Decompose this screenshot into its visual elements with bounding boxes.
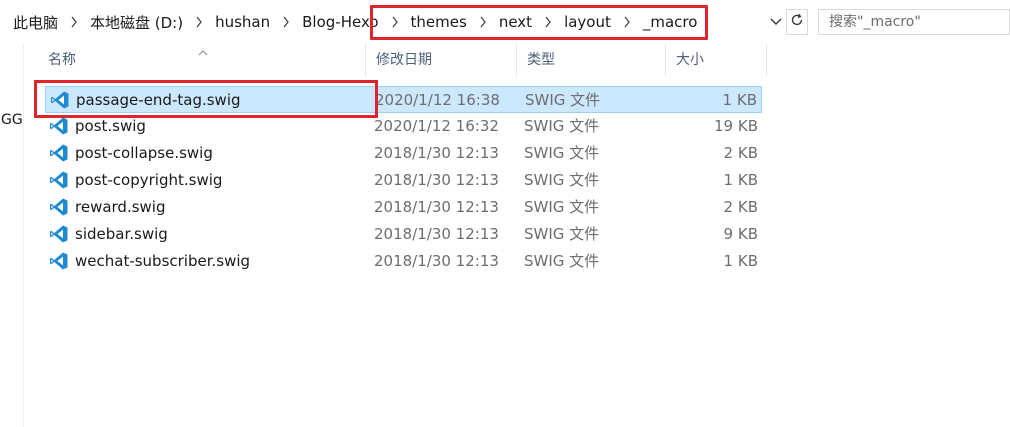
file-type: SWIG 文件 bbox=[524, 252, 600, 270]
vscode-file-icon bbox=[49, 251, 69, 271]
chevron-right-icon[interactable] bbox=[279, 16, 293, 28]
vscode-file-icon bbox=[49, 197, 69, 217]
file-type: SWIG 文件 bbox=[524, 171, 600, 189]
file-size: 19 KB bbox=[714, 117, 758, 135]
file-date-modified: 2020/1/12 16:32 bbox=[374, 117, 499, 135]
file-size: 2 KB bbox=[723, 144, 758, 162]
chevron-right-icon[interactable] bbox=[67, 16, 81, 28]
file-row[interactable]: sidebar.swig 2018/1/30 12:13 SWIG 文件 9 KB bbox=[45, 221, 762, 248]
address-bar: 此电脑 本地磁盘 (D:) hushan Blog-Hexo themes ne… bbox=[0, 0, 1010, 44]
chevron-down-icon[interactable] bbox=[766, 10, 786, 34]
column-date-modified[interactable]: 修改日期 bbox=[366, 44, 517, 76]
file-size: 1 KB bbox=[723, 171, 758, 189]
breadcrumb-layout[interactable]: layout bbox=[561, 13, 614, 31]
breadcrumb-next[interactable]: next bbox=[496, 13, 535, 31]
file-size: 9 KB bbox=[723, 225, 758, 243]
search-input[interactable]: 搜索"_macro" bbox=[818, 9, 1010, 35]
chevron-right-icon[interactable] bbox=[388, 16, 402, 28]
chevron-right-icon[interactable] bbox=[541, 16, 555, 28]
chevron-right-icon[interactable] bbox=[192, 16, 206, 28]
vscode-file-icon bbox=[49, 170, 69, 190]
vscode-file-icon bbox=[49, 116, 69, 136]
file-row[interactable]: reward.swig 2018/1/30 12:13 SWIG 文件 2 KB bbox=[45, 194, 762, 221]
file-date-modified: 2018/1/30 12:13 bbox=[374, 144, 499, 162]
file-type: SWIG 文件 bbox=[525, 91, 601, 109]
file-row[interactable]: wechat-subscriber.swig 2018/1/30 12:13 SWI… bbox=[45, 248, 762, 275]
file-list: passage-end-tag.swig 2020/1/12 16:38 SWIG … bbox=[45, 86, 765, 275]
breadcrumb-this-pc[interactable]: 此电脑 bbox=[10, 12, 61, 33]
refresh-icon bbox=[790, 13, 804, 31]
file-name: wechat-subscriber.swig bbox=[75, 252, 251, 270]
file-row[interactable]: post-collapse.swig 2018/1/30 12:13 SWIG 文件… bbox=[45, 140, 762, 167]
file-type: SWIG 文件 bbox=[524, 144, 600, 162]
chevron-right-icon[interactable] bbox=[476, 16, 490, 28]
file-type: SWIG 文件 bbox=[524, 198, 600, 216]
column-type[interactable]: 类型 bbox=[517, 44, 666, 76]
file-row[interactable]: post.swig 2020/1/12 16:32 SWIG 文件 19 KB bbox=[45, 113, 762, 140]
file-date-modified: 2020/1/12 16:38 bbox=[375, 91, 500, 109]
file-row[interactable]: post-copyright.swig 2018/1/30 12:13 SWIG 文… bbox=[45, 167, 762, 194]
file-name: post.swig bbox=[75, 117, 146, 135]
file-row[interactable]: passage-end-tag.swig 2020/1/12 16:38 SWIG … bbox=[45, 86, 762, 113]
navigation-pane: GG bbox=[0, 44, 24, 427]
column-name[interactable]: 名称 bbox=[38, 44, 366, 76]
file-size: 2 KB bbox=[723, 198, 758, 216]
file-name: post-collapse.swig bbox=[75, 144, 213, 162]
file-name: passage-end-tag.swig bbox=[76, 91, 241, 109]
file-date-modified: 2018/1/30 12:13 bbox=[374, 198, 499, 216]
file-size: 1 KB bbox=[723, 252, 758, 270]
file-date-modified: 2018/1/30 12:13 bbox=[374, 225, 499, 243]
vscode-file-icon bbox=[49, 224, 69, 244]
breadcrumb-drive-d[interactable]: 本地磁盘 (D:) bbox=[87, 12, 186, 33]
column-size[interactable]: 大小 bbox=[666, 44, 767, 76]
vscode-file-icon bbox=[49, 143, 69, 163]
breadcrumb-hushan[interactable]: hushan bbox=[212, 13, 273, 31]
file-name: post-copyright.swig bbox=[75, 171, 223, 189]
file-size: 1 KB bbox=[722, 91, 757, 109]
breadcrumb-themes[interactable]: themes bbox=[408, 13, 470, 31]
file-type: SWIG 文件 bbox=[524, 225, 600, 243]
file-date-modified: 2018/1/30 12:13 bbox=[374, 252, 499, 270]
chevron-right-icon[interactable] bbox=[620, 16, 634, 28]
breadcrumb-macro[interactable]: _macro bbox=[640, 13, 701, 31]
file-type: SWIG 文件 bbox=[524, 117, 600, 135]
file-name: sidebar.swig bbox=[75, 225, 168, 243]
file-date-modified: 2018/1/30 12:13 bbox=[374, 171, 499, 189]
column-header: 名称 修改日期 类型 大小 bbox=[38, 44, 768, 76]
breadcrumb-blog-hexo[interactable]: Blog-Hexo bbox=[299, 13, 381, 31]
breadcrumb: 此电脑 本地磁盘 (D:) hushan Blog-Hexo themes ne… bbox=[0, 8, 768, 36]
vscode-file-icon bbox=[50, 90, 70, 110]
nav-item-partial-label[interactable]: GG bbox=[1, 112, 23, 128]
file-name: reward.swig bbox=[75, 198, 166, 216]
refresh-button[interactable] bbox=[786, 9, 808, 35]
